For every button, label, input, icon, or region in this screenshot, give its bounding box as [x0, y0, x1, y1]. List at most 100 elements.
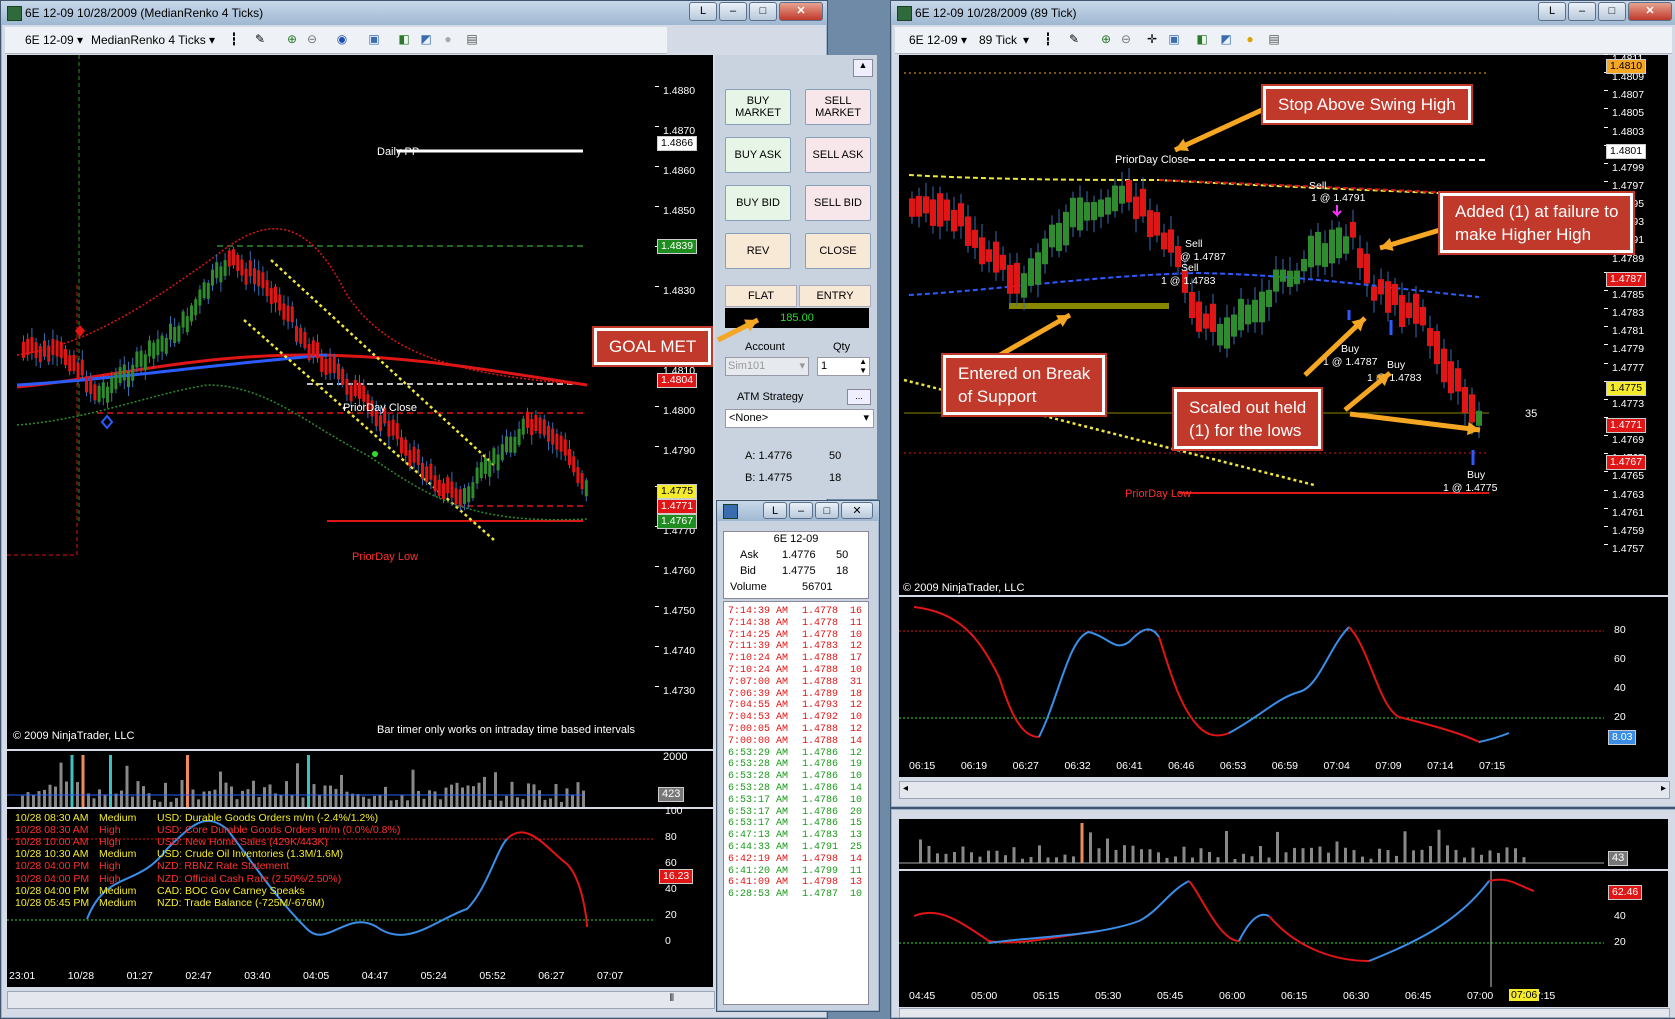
- right-indicator-icon[interactable]: ◩: [1219, 32, 1233, 46]
- volume-bar: [1191, 857, 1194, 863]
- right-close-button[interactable]: ✕: [1628, 2, 1672, 21]
- indicator-icon[interactable]: ◩: [419, 32, 433, 46]
- right-price-panel[interactable]: PriorDay Close PriorDay Low © 2009 Ninja…: [899, 55, 1604, 595]
- right-instrument-dropdown-icon[interactable]: ▾: [961, 33, 967, 47]
- time-tick-label: 05:30: [1095, 990, 1122, 1002]
- right-bartype-selector[interactable]: 89 Tick: [979, 33, 1017, 47]
- left-price-panel[interactable]: Daily PP PriorDay Close PriorDay Low © 2…: [7, 55, 655, 749]
- sell-ask-button[interactable]: SELL ASK: [805, 137, 871, 173]
- minimize-button[interactable]: –: [719, 2, 747, 21]
- coin-icon[interactable]: ●: [1243, 32, 1257, 46]
- right-zoom-in-icon[interactable]: ⊕: [1099, 32, 1113, 46]
- reverse-button[interactable]: REV: [725, 233, 791, 269]
- atm-dropdown-icon[interactable]: ▾: [863, 410, 869, 427]
- right-titlebar[interactable]: 6E 12-09 10/28/2009 (89 Tick) L – □ ✕: [891, 1, 1675, 25]
- tape-cell: 7:10:24 AM: [728, 665, 789, 676]
- sell-market-button[interactable]: SELL MARKET: [805, 89, 871, 125]
- globe-icon[interactable]: ◉: [335, 32, 349, 46]
- candle-body: [337, 363, 340, 380]
- account-dropdown-icon[interactable]: ▾: [799, 358, 805, 375]
- right-strategy-icon[interactable]: ◧: [1195, 32, 1209, 46]
- properties-icon[interactable]: ▣: [367, 32, 381, 46]
- tape-cell: 1.4791: [802, 842, 839, 853]
- candle-body: [198, 289, 202, 306]
- candle-body: [1000, 254, 1006, 270]
- instrument-dropdown-icon[interactable]: ▾: [77, 33, 83, 47]
- right-scroll-right-icon[interactable]: ▸: [1661, 783, 1666, 794]
- tape-cell: 6:53:17 AM: [728, 818, 789, 830]
- candle-body: [496, 454, 500, 471]
- data-box-icon[interactable]: ▤: [465, 32, 479, 46]
- volume-bar: [389, 800, 393, 807]
- tape-minimize-button[interactable]: –: [789, 502, 813, 519]
- right-bar-style-icon[interactable]: ┇: [1041, 32, 1055, 46]
- right-scroll-left-icon[interactable]: ◂: [903, 783, 908, 794]
- volume-bar: [565, 788, 569, 807]
- right-data-box-icon[interactable]: ▤: [1267, 32, 1281, 46]
- zoom-out-icon[interactable]: ⊖: [305, 32, 319, 46]
- buy-bid-button[interactable]: BUY BID: [725, 185, 791, 221]
- strategy-icon[interactable]: ◧: [397, 32, 411, 46]
- candle-body: [538, 417, 542, 434]
- sell-bid-button[interactable]: SELL BID: [805, 185, 871, 221]
- tape-cell: 18: [850, 688, 863, 700]
- buy-market-button[interactable]: BUY MARKET: [725, 89, 791, 125]
- price-tick-label: 1.4763: [1612, 488, 1645, 501]
- bartype-selector[interactable]: MedianRenko 4 Ticks: [91, 33, 206, 47]
- pencil-icon[interactable]: ✎: [253, 32, 267, 46]
- tape-cell: 17: [850, 653, 863, 665]
- volume-bar: [1293, 847, 1296, 863]
- zoom-in-icon[interactable]: ⊕: [285, 32, 299, 46]
- lower-oscillator-axis: 60402062.46: [1604, 871, 1668, 987]
- tape-maximize-button[interactable]: □: [815, 502, 839, 519]
- trade-marker-fill: 1 @ 1.4783: [1161, 275, 1216, 287]
- right-link-button[interactable]: L: [1538, 2, 1566, 21]
- news-impact: High: [99, 872, 121, 885]
- buy-ask-button[interactable]: BUY ASK: [725, 137, 791, 173]
- tape-link-button[interactable]: L: [763, 502, 787, 519]
- right-horizontal-scrollbar[interactable]: ◂ ▸: [899, 781, 1670, 799]
- scroll-grip-icon[interactable]: ⦀: [670, 993, 674, 1004]
- trade-marker-action: Buy: [1467, 469, 1486, 481]
- close-button[interactable]: ✕: [779, 2, 823, 21]
- tape-titlebar[interactable]: L – □ ✕: [717, 501, 879, 521]
- instrument-selector[interactable]: 6E 12-09: [25, 33, 74, 47]
- right-properties-icon[interactable]: ▣: [1167, 32, 1181, 46]
- osc-tick-label: 0: [665, 935, 671, 947]
- bartype-dropdown-icon[interactable]: ▾: [209, 33, 215, 47]
- qty-stepper-icon[interactable]: ▲ ▼: [859, 357, 867, 375]
- account-select[interactable]: Sim101 ▾: [725, 357, 809, 376]
- atm-properties-button[interactable]: ...: [847, 389, 871, 405]
- link-button[interactable]: L: [689, 2, 717, 21]
- candle-body: [379, 415, 382, 432]
- axis-tick-mark: [1604, 181, 1608, 183]
- crosshair-icon[interactable]: ✛: [1145, 32, 1159, 46]
- price-tick-label: 1.4799: [1612, 161, 1645, 174]
- right-minimize-button[interactable]: –: [1568, 2, 1596, 21]
- candle-body: [328, 357, 332, 374]
- volume-bar: [367, 798, 371, 807]
- right-bartype-dropdown-icon[interactable]: ▾: [1023, 33, 1029, 47]
- candle-body: [1259, 291, 1265, 323]
- tape-close-button[interactable]: ✕: [841, 502, 873, 519]
- right-maximize-button[interactable]: □: [1598, 2, 1626, 21]
- atm-strategy-select[interactable]: <None> ▾: [725, 409, 874, 428]
- left-horizontal-scrollbar[interactable]: ⦀: [7, 991, 715, 1009]
- volume-bar: [1004, 855, 1007, 863]
- bar-style-icon[interactable]: ┇: [227, 32, 241, 46]
- osc-value-box: 16.23: [659, 869, 694, 884]
- maximize-button[interactable]: □: [749, 2, 777, 21]
- right-instrument-selector[interactable]: 6E 12-09: [909, 33, 958, 47]
- volume-bar: [1225, 831, 1228, 863]
- left-titlebar[interactable]: 6E 12-09 10/28/2009 (MedianRenko 4 Ticks…: [1, 1, 827, 25]
- candle-body: [160, 335, 164, 352]
- circle-icon[interactable]: ●: [441, 32, 455, 46]
- tape-ask: 1.4776: [782, 549, 816, 561]
- right-zoom-out-icon[interactable]: ⊖: [1119, 32, 1133, 46]
- right-pencil-icon[interactable]: ✎: [1067, 32, 1081, 46]
- order-panel-scroll-up[interactable]: ▲: [853, 59, 873, 77]
- tape-trade-list[interactable]: 7:14:39 AM 1.4778 16 7:14:38 AM 1.4778 11 7:14…: [723, 601, 869, 1005]
- qty-input[interactable]: 1 ▲ ▼: [817, 357, 870, 376]
- time-tick-label: 06:27: [1012, 760, 1039, 772]
- close-position-button[interactable]: CLOSE: [805, 233, 871, 269]
